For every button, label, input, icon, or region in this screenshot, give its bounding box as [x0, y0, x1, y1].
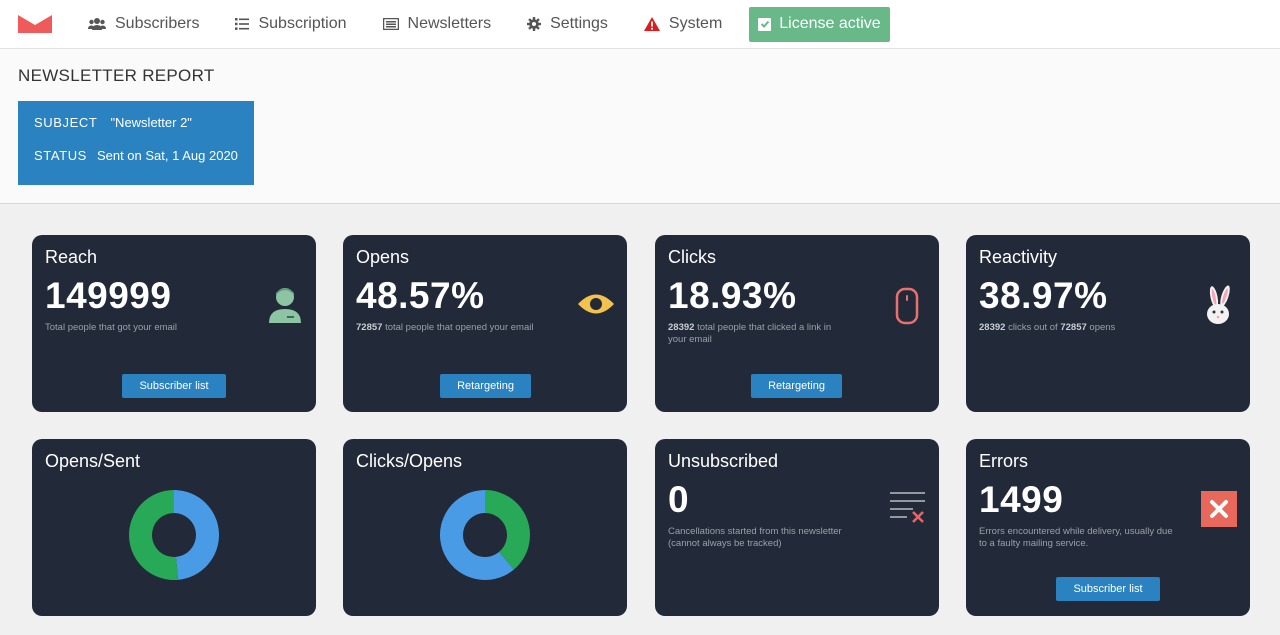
nav-settings[interactable]: Settings	[527, 0, 608, 49]
status-key: STATUS	[34, 148, 87, 163]
list-remove-icon	[890, 492, 925, 523]
top-navbar: Subscribers Subscription Newsletters Set…	[0, 0, 1280, 49]
card-title: Clicks	[668, 247, 716, 267]
clicks-opens-card: Clicks/Opens	[343, 439, 627, 616]
nav-settings-label: Settings	[550, 15, 608, 32]
warning-icon	[643, 17, 660, 31]
clicks-count: 28392	[668, 322, 695, 333]
reach-card: Reach 149999 Total people that got your …	[32, 235, 316, 412]
stats-grid: Reach 149999 Total people that got your …	[0, 204, 1280, 635]
opens-card: Opens 48.57% 72857 total people that ope…	[343, 235, 627, 412]
license-label: License active	[779, 15, 881, 32]
subject-row: SUBJECT "Newsletter 2"	[34, 115, 192, 130]
card-title: Opens/Sent	[45, 451, 141, 471]
status-value: Sent on Sat, 1 Aug 2020	[96, 148, 238, 163]
card-title: Clicks/Opens	[356, 451, 463, 471]
reactivity-desc-end: opens	[1089, 322, 1116, 333]
card-description: Errors encountered while delivery, usual…	[979, 526, 1173, 549]
card-value: 1499	[979, 479, 1064, 520]
nav-subscribers[interactable]: Subscribers	[88, 0, 199, 49]
newspaper-icon	[382, 18, 399, 30]
card-title: Errors	[979, 451, 1028, 471]
donut-slice-not-opened	[129, 490, 179, 580]
checkbox-icon	[758, 17, 772, 31]
nav-newsletters-label: Newsletters	[407, 15, 492, 32]
status-row: STATUS Sent on Sat, 1 Aug 2020	[34, 148, 238, 163]
card-description: Total people that got your email	[45, 322, 178, 333]
subscriber-list-button[interactable]: Subscriber list	[122, 374, 226, 398]
nav-subscribers-label: Subscribers	[115, 15, 200, 32]
card-description: Cancellations started from this newslett…	[668, 526, 842, 549]
card-description: 72857 total people that opened your emai…	[356, 322, 536, 334]
rabbit-icon	[1207, 285, 1230, 324]
opens-sent-card: Opens/Sent	[32, 439, 316, 616]
license-status-button[interactable]: License active	[749, 6, 890, 42]
person-icon	[269, 288, 301, 323]
eye-icon	[578, 294, 614, 314]
nav-subscription-label: Subscription	[258, 15, 347, 32]
clicks-opens-donut-chart	[440, 490, 530, 580]
subject-value: "Newsletter 2"	[110, 115, 192, 130]
retargeting-clicks-button[interactable]: Retargeting	[751, 374, 842, 398]
card-value: 48.57%	[356, 275, 485, 316]
report-header: NEWSLETTER REPORT SUBJECT "Newsletter 2" …	[0, 49, 1280, 204]
reactivity-opens: 72857	[1060, 322, 1087, 333]
reactivity-card: Reactivity 38.97% 28392 clicks out of 72…	[966, 235, 1250, 412]
card-title: Opens	[356, 247, 410, 267]
mouse-icon	[895, 287, 919, 325]
errors-subscriber-list-button[interactable]: Subscriber list	[1056, 577, 1160, 601]
card-title: Unsubscribed	[668, 451, 779, 471]
gear-icon	[527, 17, 542, 31]
card-value: 38.97%	[979, 275, 1108, 316]
card-value: 18.93%	[668, 275, 797, 316]
donut-slice-opens	[174, 490, 219, 580]
newsletter-info-box: SUBJECT "Newsletter 2" STATUS Sent on Sat,…	[18, 101, 254, 185]
subject-key: SUBJECT	[34, 115, 98, 130]
card-value: 149999	[45, 275, 172, 316]
card-title: Reactivity	[979, 247, 1058, 267]
clicks-card: Clicks 18.93% 28392 total people that cl…	[655, 235, 939, 412]
opens-sent-donut-chart	[129, 490, 219, 580]
nav-newsletters[interactable]: Newsletters	[382, 0, 492, 49]
errors-card: Errors 1499 Errors encountered while del…	[966, 439, 1250, 616]
users-icon	[88, 18, 106, 30]
retargeting-opens-button[interactable]: Retargeting	[440, 374, 531, 398]
nav-subscription[interactable]: Subscription	[235, 0, 347, 49]
opens-desc-text: total people that opened your email	[385, 322, 534, 333]
error-x-icon	[1201, 491, 1237, 527]
card-title: Reach	[45, 247, 98, 267]
nav-system[interactable]: System	[643, 0, 723, 49]
opens-count: 72857	[356, 322, 383, 333]
card-value: 0	[668, 479, 690, 520]
list-icon	[235, 18, 250, 30]
card-description: 28392 total people that clicked a link i…	[668, 322, 848, 345]
unsubscribed-card: Unsubscribed 0 Cancellations started fro…	[655, 439, 939, 616]
nav-system-label: System	[668, 15, 723, 32]
card-description: 28392 clicks out of 72857 opens	[979, 322, 1159, 334]
reactivity-desc-mid: clicks out of	[1008, 322, 1058, 333]
page-title: NEWSLETTER REPORT	[18, 66, 215, 85]
logo-icon[interactable]	[18, 15, 52, 33]
reactivity-clicks: 28392	[979, 322, 1006, 333]
